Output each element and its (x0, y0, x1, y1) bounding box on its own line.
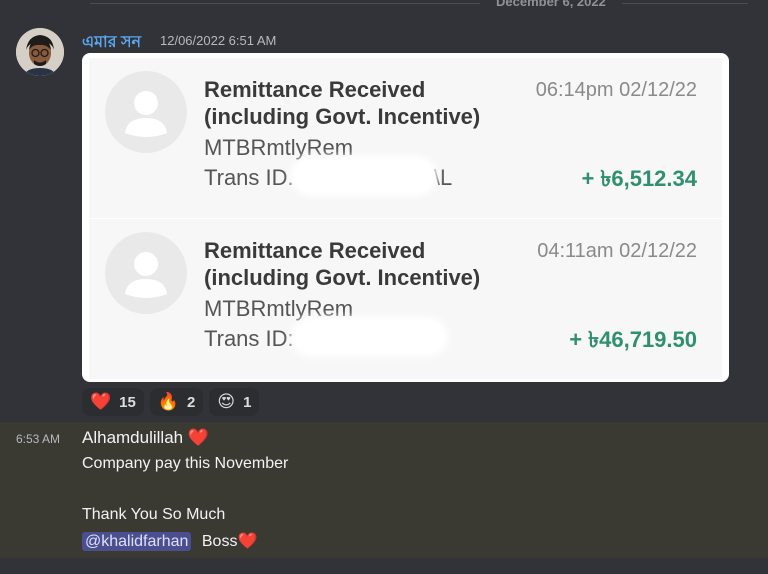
reactions-bar: ❤️ 15 🔥 2 😍 1 (82, 388, 260, 416)
reaction-heart[interactable]: ❤️ 15 (82, 388, 144, 416)
divider-date: December 6, 2022 (480, 0, 622, 9)
message-line: Thank You So Much (82, 506, 226, 523)
avatar[interactable] (16, 28, 64, 76)
sms-amount: + ৳46,719.50 (569, 327, 697, 352)
message-text: Boss (201, 533, 238, 550)
sms-title: Remittance Received (including Govt. Inc… (204, 237, 480, 291)
sms-trans-id: Trans ID: (204, 326, 294, 352)
sms-title-line2: (including Govt. Incentive) (204, 265, 481, 290)
bottom-bar (0, 558, 768, 574)
username[interactable]: এমার সন (82, 29, 141, 56)
red-heart-icon: ❤️ (187, 428, 210, 447)
trans-id-label: Trans ID: (204, 326, 294, 351)
sms-sender: MTBRmtlyRem (204, 135, 354, 160)
sms-title-line1: Remittance Received (204, 77, 426, 102)
sms-notification: Remittance Received (including Govt. Inc… (89, 219, 722, 379)
heart-eyes-icon: 😍 (217, 392, 236, 411)
message-line: Alhamdulillah ❤️ (82, 428, 209, 448)
trans-id-suffix: \L (433, 165, 453, 190)
sms-title-line2: (including Govt. Incentive) (204, 104, 481, 129)
reaction-fire[interactable]: 🔥 2 (149, 388, 204, 416)
redaction-blur (294, 321, 444, 353)
sms-time: 04:11am 02/12/22 (537, 240, 697, 262)
avatar-image (16, 28, 64, 76)
reaction-count: 15 (119, 393, 136, 411)
attached-screenshot[interactable]: Remittance Received (including Govt. Inc… (82, 53, 729, 382)
contact-placeholder-icon (105, 232, 187, 314)
message-timestamp: 12/06/2022 6:51 AM (160, 33, 277, 48)
heart-icon: ❤️ (90, 392, 112, 411)
message-text: Alhamdulillah (82, 428, 184, 447)
contact-placeholder-icon (105, 71, 187, 153)
message-line: @khalidfarhan Boss❤️ (82, 531, 257, 551)
message-line: Company pay this November (82, 455, 289, 472)
sms-notification: Remittance Received (including Govt. Inc… (89, 58, 722, 218)
sms-title-line1: Remittance Received (204, 238, 426, 263)
sms-sender: MTBRmtlyRem (204, 296, 354, 321)
sms-title: Remittance Received (including Govt. Inc… (204, 76, 480, 130)
user-mention[interactable]: @khalidfarhan (82, 532, 192, 551)
reaction-heart-eyes[interactable]: 😍 1 (209, 388, 260, 416)
trans-id-label: Trans ID. (204, 165, 294, 190)
fire-icon: 🔥 (157, 392, 180, 411)
red-heart-icon: ❤️ (237, 533, 258, 550)
date-divider: December 6, 2022 (0, 0, 768, 10)
sms-time: 06:14pm 02/12/22 (535, 79, 697, 101)
reaction-count: 2 (187, 393, 196, 411)
mentioned-message[interactable]: 6:53 AM Alhamdulillah ❤️ Company pay thi… (0, 422, 768, 558)
redaction-blur (294, 160, 434, 192)
reaction-count: 1 (243, 393, 252, 411)
divider-line (90, 3, 748, 4)
sms-amount: + ৳6,512.34 (581, 166, 697, 191)
message-timestamp: 6:53 AM (16, 432, 61, 446)
